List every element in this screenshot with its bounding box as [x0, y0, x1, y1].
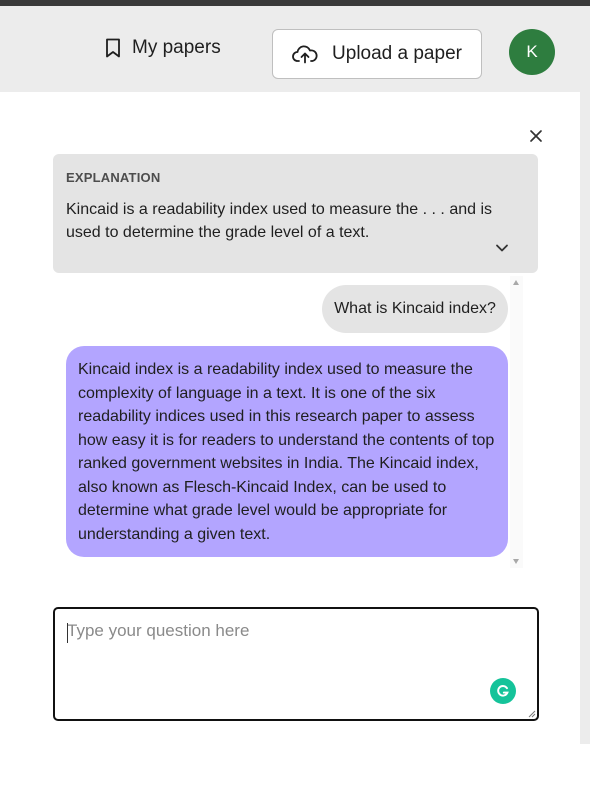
grammarly-g-glyph [497, 685, 509, 697]
close-icon[interactable] [527, 127, 545, 145]
scroll-down-arrow-icon[interactable] [513, 559, 519, 564]
user-message-text: What is Kincaid index? [334, 300, 496, 317]
scroll-up-arrow-icon[interactable] [513, 280, 519, 285]
upload-paper-button[interactable]: Upload a paper [272, 29, 482, 79]
user-message-bubble: What is Kincaid index? [322, 285, 508, 333]
my-papers-link[interactable]: My papers [104, 36, 221, 60]
header-bar: My papers Upload a paper K [0, 6, 590, 92]
bookmark-icon [106, 38, 120, 58]
assistant-message-text: Kincaid index is a readability index use… [78, 361, 495, 543]
assistant-message-bubble: Kincaid index is a readability index use… [66, 346, 508, 557]
upload-paper-label: Upload a paper [332, 43, 462, 64]
avatar-initial: K [526, 42, 538, 61]
grammarly-icon[interactable] [490, 678, 516, 704]
text-caret [67, 623, 68, 643]
my-papers-label: My papers [132, 37, 221, 58]
resize-handle-icon[interactable] [528, 710, 536, 718]
question-input-box[interactable] [53, 607, 539, 721]
user-avatar[interactable]: K [509, 29, 555, 75]
chevron-down-icon[interactable] [495, 243, 509, 253]
explanation-card: EXPLANATION Kincaid is a readability ind… [53, 154, 538, 273]
chat-scrollbar[interactable] [510, 276, 523, 568]
cloud-upload-icon [292, 45, 318, 64]
explanation-heading: EXPLANATION [66, 170, 161, 185]
explanation-text: Kincaid is a readability index used to m… [66, 201, 493, 241]
question-input[interactable] [55, 609, 537, 719]
panel-right-rail [580, 92, 590, 744]
